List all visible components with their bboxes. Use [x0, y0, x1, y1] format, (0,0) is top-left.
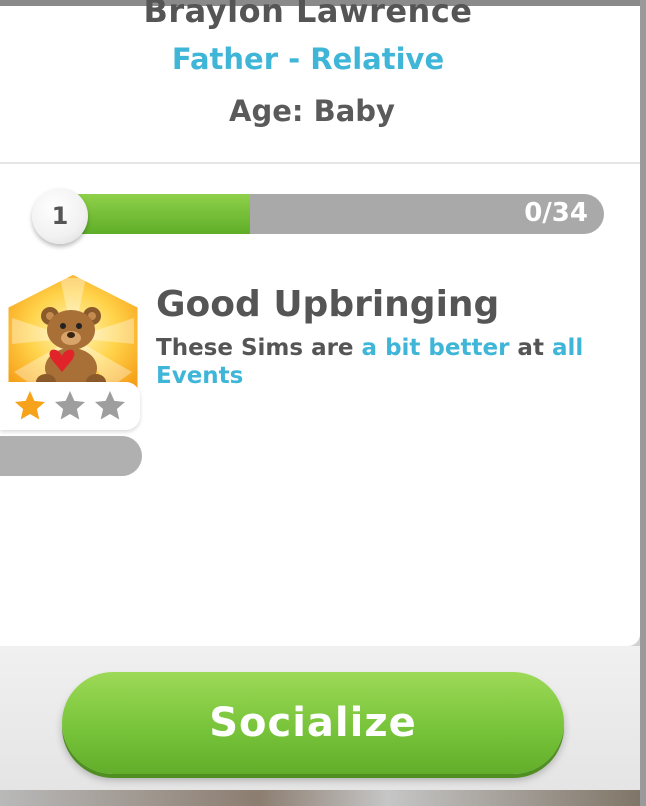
star-empty-icon	[55, 391, 85, 420]
age-label: Age: Baby	[229, 94, 395, 128]
star-empty-icon	[95, 391, 125, 420]
header-divider	[0, 162, 646, 164]
level-badge: 1	[32, 188, 88, 244]
socialize-button[interactable]: Socialize	[62, 672, 564, 774]
relationship-progress-bar: 0/34	[60, 194, 604, 234]
background-scene	[0, 790, 646, 806]
sim-name: Braylon Lawrence	[143, 0, 473, 30]
sim-relationship-screen: Braylon Lawrence Father - Relative Age: …	[0, 0, 646, 806]
trait-desc-text: at	[509, 335, 552, 361]
trait-description: These Sims are a bit better at all Event…	[156, 334, 606, 390]
teddy-bear-icon[interactable]	[0, 268, 146, 394]
trait-stars	[0, 382, 140, 430]
progress-count: 0/34	[524, 198, 588, 228]
relation-label: Father - Relative	[171, 42, 445, 76]
trait-slot-empty	[0, 436, 142, 476]
star-filled-icon	[15, 391, 45, 420]
trait-desc-highlight: a bit better	[361, 335, 510, 361]
trait-title: Good Upbringing	[156, 284, 500, 325]
progress-fill	[60, 194, 251, 234]
panel-edge	[640, 0, 646, 806]
trait-desc-text: These Sims are	[156, 335, 362, 361]
